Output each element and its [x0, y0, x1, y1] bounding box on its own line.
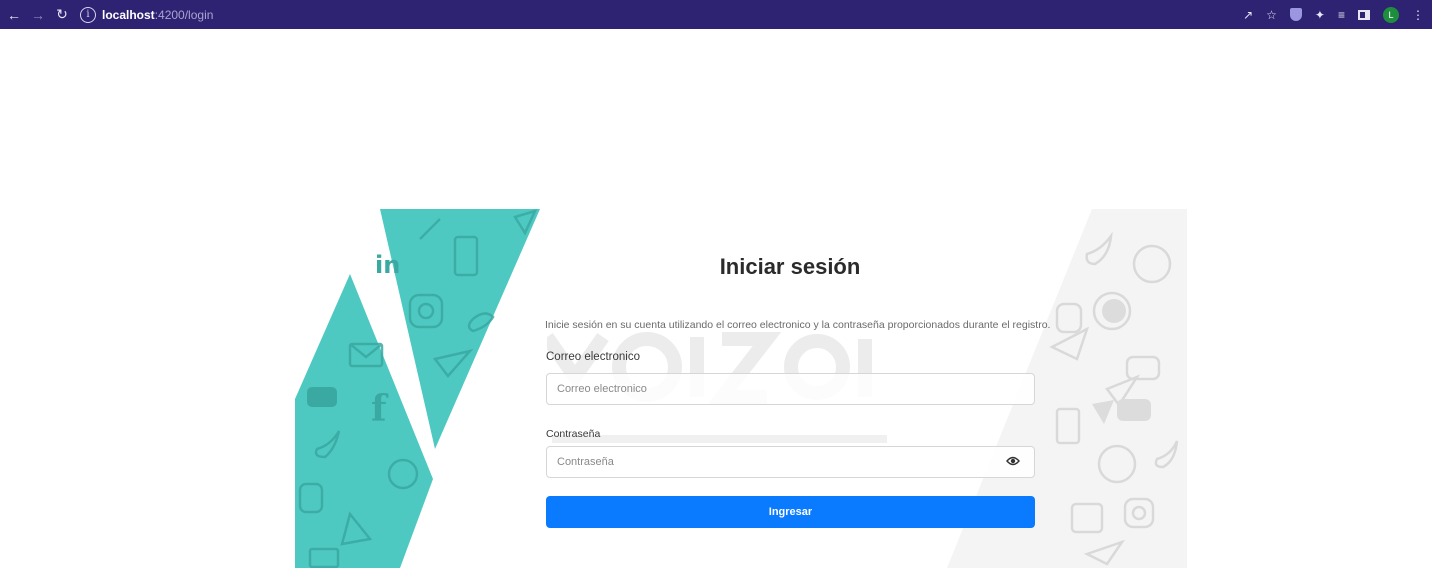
password-field[interactable] — [546, 446, 1035, 478]
info-icon[interactable]: i — [80, 6, 96, 23]
eye-icon[interactable] — [1006, 456, 1020, 466]
avatar[interactable]: L — [1383, 6, 1399, 23]
social-pattern-left-art: in f — [295, 209, 540, 568]
password-label: Contraseña — [546, 428, 601, 440]
login-description: Inicie sesión en su cuenta utilizando el… — [545, 319, 1051, 331]
browser-toolbar: ← → ↻ i localhost:4200/login ↗ ☆ ✦ ≡ L ⋮ — [0, 0, 1432, 29]
url-path: :4200/login — [154, 7, 214, 22]
email-field[interactable] — [546, 373, 1035, 405]
reading-list-icon[interactable]: ≡ — [1338, 8, 1345, 22]
svg-text:f: f — [371, 388, 389, 430]
svg-text:in: in — [375, 251, 400, 279]
extension-shield-icon[interactable] — [1289, 8, 1302, 21]
email-label: Correo electronico — [546, 351, 640, 363]
page-title: Iniciar sesión — [719, 254, 861, 279]
star-icon[interactable]: ☆ — [1266, 8, 1277, 22]
back-arrow-icon[interactable]: ← — [4, 5, 24, 25]
reload-icon[interactable]: ↻ — [52, 5, 72, 25]
share-icon[interactable]: ↗ — [1243, 8, 1253, 22]
login-submit-button[interactable]: Ingresar — [546, 496, 1035, 528]
address-bar[interactable]: i localhost:4200/login — [80, 4, 1320, 26]
side-panel-icon[interactable] — [1358, 9, 1370, 20]
puzzle-icon[interactable]: ✦ — [1315, 8, 1325, 22]
forward-arrow-icon[interactable]: → — [28, 5, 48, 25]
kebab-menu-icon[interactable]: ⋮ — [1412, 8, 1424, 22]
url-host: localhost — [102, 7, 155, 22]
login-card: in f Iniciar sesión Inicie sesión en su … — [295, 209, 1187, 568]
